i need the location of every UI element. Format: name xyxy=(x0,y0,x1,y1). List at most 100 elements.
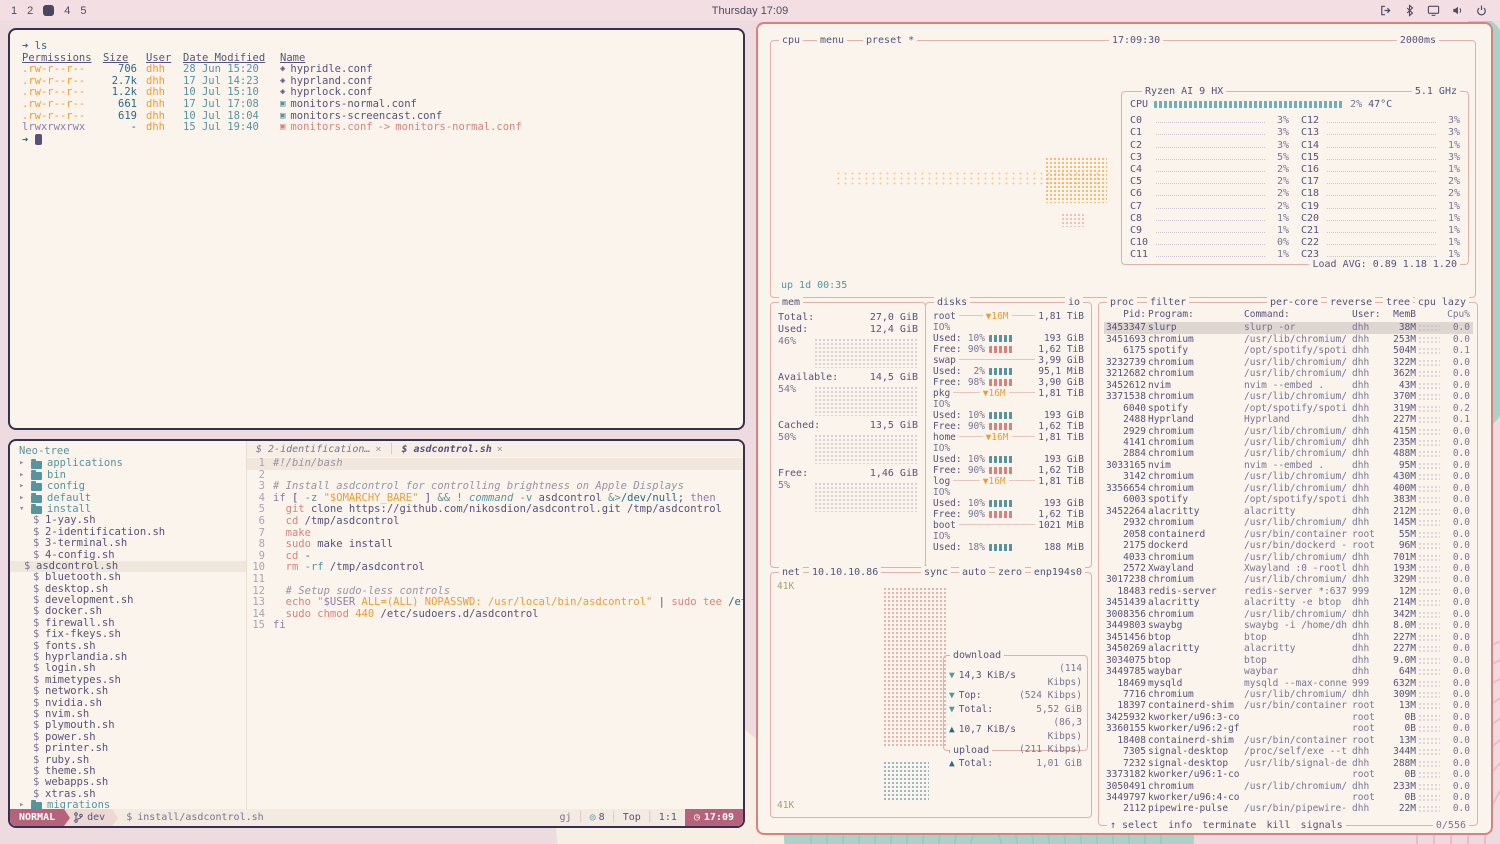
process-row[interactable]: 2488HyprlandHyprlanddhh227M0.1 xyxy=(1104,414,1473,425)
process-row[interactable]: 3356654chromium/usr/lib/chromium/dhh400M… xyxy=(1104,483,1473,494)
process-row[interactable]: 3373182kworker/u96:1-coroot0B0.0 xyxy=(1104,769,1473,780)
process-row[interactable]: 2112pipewire-pulse/usr/bin/pipewire-dhh2… xyxy=(1104,803,1473,814)
process-row[interactable]: 2175dockerd/usr/bin/dockerd -root96M0.0 xyxy=(1104,540,1473,551)
proc-column-header[interactable]: User: xyxy=(1352,309,1380,320)
proc-column-header[interactable]: Cpu% xyxy=(1442,309,1470,320)
process-row[interactable]: 6040spotify/opt/spotify/spotidhh319M0.2 xyxy=(1104,403,1473,414)
process-row[interactable]: 7232signal-desktop/usr/lib/signal-dedhh2… xyxy=(1104,758,1473,769)
process-row[interactable]: 3034075btopbtopdhh9.0M0.0 xyxy=(1104,655,1473,666)
process-row[interactable]: 3017238chromium/usr/lib/chromium/dhh329M… xyxy=(1104,574,1473,585)
process-row[interactable]: 4141chromium/usr/lib/chromium/dhh235M0.0 xyxy=(1104,437,1473,448)
process-row[interactable]: 3371538chromium/usr/lib/chromium/dhh370M… xyxy=(1104,391,1473,402)
process-row[interactable]: 4033chromium/usr/lib/chromium/dhh701M0.0 xyxy=(1104,552,1473,563)
tree-toggle[interactable]: tree xyxy=(1383,296,1413,309)
workspace-button-1[interactable]: 1 xyxy=(11,5,17,17)
proc-footer-button[interactable]: terminate xyxy=(1202,819,1256,832)
process-row[interactable]: 3452612nvimnvim --embed .dhh43M0.0 xyxy=(1104,380,1473,391)
process-row[interactable]: 3450269alacrittyalacrittydhh227M0.0 xyxy=(1104,643,1473,654)
process-row[interactable]: 2884chromium/usr/lib/chromium/dhh488M0.0 xyxy=(1104,448,1473,459)
workspace-button-2[interactable]: 2 xyxy=(27,5,33,17)
close-icon[interactable]: × xyxy=(497,444,503,455)
mem-box-title[interactable]: mem xyxy=(779,296,803,309)
tree-file-network.sh[interactable]: $network.sh xyxy=(19,686,246,697)
process-row[interactable]: 3360155kworker/u96:2-gfroot0B0.0 xyxy=(1104,723,1473,734)
tree-folder-migrations[interactable]: ▸migrations xyxy=(19,800,246,809)
net-interface[interactable]: enp194s0 xyxy=(1031,566,1085,579)
process-row[interactable]: 3452264alacrittyalacrittydhh212M0.0 xyxy=(1104,506,1473,517)
proc-column-header[interactable]: Program: xyxy=(1148,309,1242,320)
volume-icon[interactable] xyxy=(1451,4,1464,17)
bluetooth-icon[interactable] xyxy=(1403,4,1416,17)
process-row[interactable]: 2572XwaylandXwayland :0 -rootldhh193M0.0 xyxy=(1104,563,1473,574)
proc-column-header[interactable]: Pid: xyxy=(1104,309,1146,320)
io-toggle[interactable]: io xyxy=(1065,296,1083,309)
process-row[interactable]: 3232739chromium/usr/lib/chromium/dhh322M… xyxy=(1104,357,1473,368)
process-row[interactable]: 3050491chromium/usr/lib/chromium/dhh233M… xyxy=(1104,781,1473,792)
process-row[interactable]: 2929chromium/usr/lib/chromium/dhh415M0.0 xyxy=(1104,426,1473,437)
disks-box-title[interactable]: disks xyxy=(934,296,970,309)
tree-file-bluetooth.sh[interactable]: $bluetooth.sh xyxy=(19,572,246,583)
display-icon[interactable] xyxy=(1427,4,1440,17)
user-cell: 999 xyxy=(1352,586,1380,597)
reverse-toggle[interactable]: reverse xyxy=(1327,296,1375,309)
workspace-button-5[interactable]: 5 xyxy=(80,5,86,17)
tab-active[interactable]: $ asdcontrol.sh× xyxy=(401,444,502,455)
net-box-title[interactable]: net xyxy=(779,566,803,579)
process-row[interactable]: 3451693chromium/usr/lib/chromium/dhh253M… xyxy=(1104,334,1473,345)
core-row: C100% xyxy=(1130,236,1289,248)
net-zero-button[interactable]: zero xyxy=(995,566,1025,579)
process-row[interactable]: 3212682chromium/usr/lib/chromium/dhh362M… xyxy=(1104,368,1473,379)
shell-prompt-line[interactable]: ➜ xyxy=(22,134,731,147)
cpu-core-panel: Ryzen AI 9 HX 5.1 GHz CPU 2% 47°C C03%C1… xyxy=(1121,91,1469,265)
process-row[interactable]: 2932chromium/usr/lib/chromium/dhh145M0.0 xyxy=(1104,517,1473,528)
tree-file-printer.sh[interactable]: $printer.sh xyxy=(19,743,246,754)
process-row[interactable]: 18408containerd-shim/usr/bin/containerro… xyxy=(1104,735,1473,746)
process-row[interactable]: 3451456btopbtopdhh227M0.0 xyxy=(1104,632,1473,643)
process-row[interactable]: 18397containerd-shim/usr/bin/containerro… xyxy=(1104,700,1473,711)
process-row[interactable]: 2058containerd/usr/bin/containerroot55M0… xyxy=(1104,529,1473,540)
filter-button[interactable]: filter xyxy=(1147,296,1189,309)
process-row[interactable]: 3451439alacrittyalacritty -e btopdhh214M… xyxy=(1104,597,1473,608)
tab-inactive[interactable]: $ 2-identification…× xyxy=(256,444,381,455)
process-row[interactable]: 6003spotify/opt/spotify/spotidhh383M0.0 xyxy=(1104,494,1473,505)
process-row[interactable]: 7305signal-desktop/proc/self/exe --tdhh3… xyxy=(1104,746,1473,757)
tree-file-3-terminal.sh[interactable]: $3-terminal.sh xyxy=(19,538,246,549)
code-area[interactable]: 1#!/bin/bash2 3# Install asdcontrol for … xyxy=(247,457,743,809)
update-interval[interactable]: 2000ms xyxy=(1397,34,1439,47)
process-row[interactable]: 6175spotify/opt/spotify/spotidhh504M0.1 xyxy=(1104,345,1473,356)
proc-column-header[interactable]: Command: xyxy=(1244,309,1350,320)
process-row[interactable]: 3033165nvimnvim --embed .dhh95M0.0 xyxy=(1104,460,1473,471)
core-name: C4 xyxy=(1130,164,1154,175)
power-icon[interactable] xyxy=(1475,4,1488,17)
proc-footer-button[interactable]: signals xyxy=(1301,819,1343,832)
sort-selector[interactable]: cpu lazy xyxy=(1415,296,1469,309)
logout-icon[interactable] xyxy=(1379,4,1392,17)
per-core-toggle[interactable]: per-core xyxy=(1267,296,1321,309)
workspace-button-3[interactable] xyxy=(43,5,54,16)
net-auto-button[interactable]: auto xyxy=(959,566,989,579)
cpu-cell: 0.0 xyxy=(1442,322,1470,333)
proc-footer-button[interactable]: info xyxy=(1168,819,1192,832)
process-row[interactable]: 7716chromium/usr/lib/chromium/dhh309M0.0 xyxy=(1104,689,1473,700)
memory-graph-row: 5% xyxy=(778,480,918,516)
shell-file-icon: $ xyxy=(24,561,31,572)
process-row[interactable]: 18469mysqldmysqld --max-conne999632M0.0 xyxy=(1104,678,1473,689)
workspace-button-4[interactable]: 4 xyxy=(64,5,70,17)
process-row[interactable]: 3453347slurpslurp -ordhh38M0.0 xyxy=(1104,322,1473,333)
close-icon[interactable]: × xyxy=(375,444,381,455)
tree-folder-config[interactable]: ▸config xyxy=(19,481,246,492)
tree-file-fix-fkeys.sh[interactable]: $fix-fkeys.sh xyxy=(19,629,246,640)
memory-cell: 64M xyxy=(1382,666,1416,677)
process-row[interactable]: 3142chromium/usr/lib/chromium/dhh430M0.0 xyxy=(1104,471,1473,482)
process-row[interactable]: 3449785waybarwaybardhh64M0.0 xyxy=(1104,666,1473,677)
process-row[interactable]: 3449797kworker/u96:4-coroot0B0.0 xyxy=(1104,792,1473,803)
proc-footer-button[interactable]: ↑ select xyxy=(1110,819,1158,832)
process-row[interactable]: 3008356chromium/usr/lib/chromium/dhh342M… xyxy=(1104,609,1473,620)
net-sync-button[interactable]: sync xyxy=(921,566,951,579)
proc-box-title[interactable]: proc xyxy=(1107,296,1137,309)
process-row[interactable]: 18483redis-serverredis-server *:63799912… xyxy=(1104,586,1473,597)
proc-column-header[interactable]: MemB xyxy=(1382,309,1416,320)
proc-footer-button[interactable]: kill xyxy=(1266,819,1290,832)
process-row[interactable]: 3425932kworker/u96:3-coroot0B0.0 xyxy=(1104,712,1473,723)
process-row[interactable]: 3449803swaybgswaybg -i /home/dhdhh8.0M0.… xyxy=(1104,620,1473,631)
